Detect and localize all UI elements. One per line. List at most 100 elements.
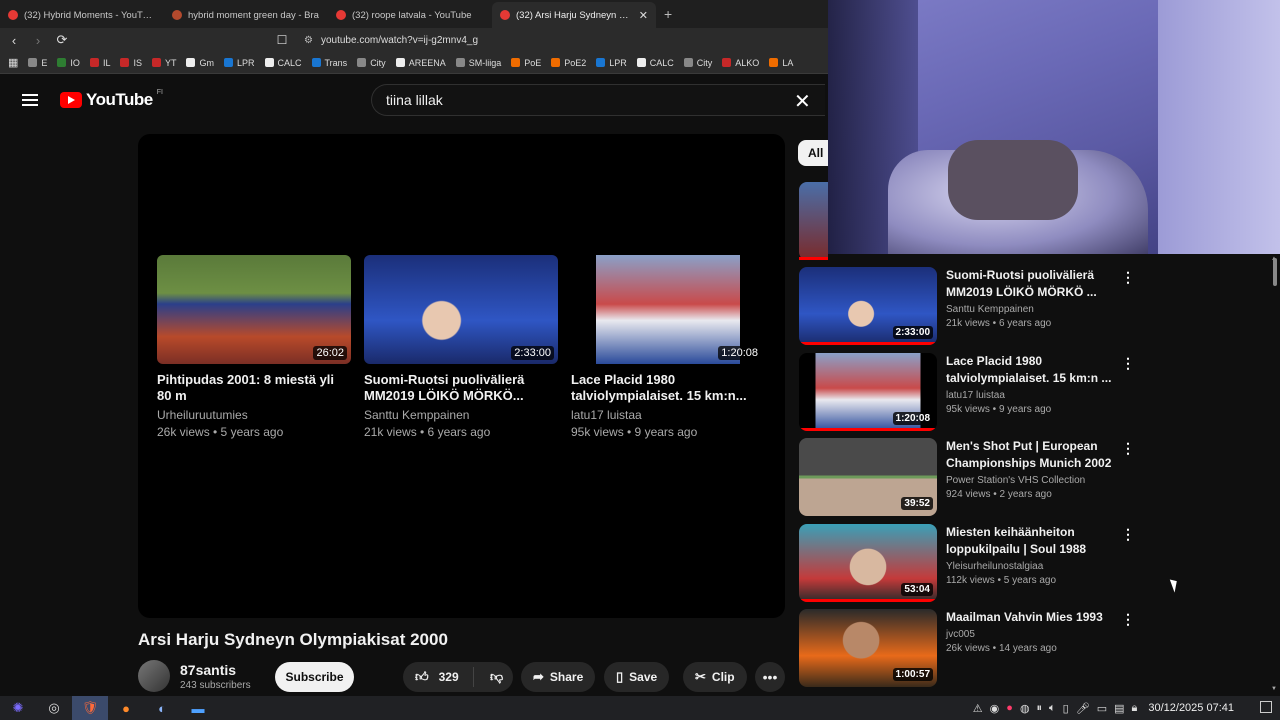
pause-icon[interactable]: ⏸: [1037, 702, 1043, 715]
bookmark-item[interactable]: LPR: [596, 58, 627, 68]
bookmark-item[interactable]: LA: [769, 58, 793, 68]
recommendation-thumbnail[interactable]: [799, 182, 828, 260]
thumbs-down-icon: 👎︎: [490, 669, 504, 684]
bookmark-item[interactable]: City: [683, 58, 712, 68]
clear-search-icon[interactable]: ✕: [794, 89, 811, 114]
bookmark-item[interactable]: CALC: [636, 58, 674, 68]
bookmarks-bar: ▦ E IO IL IS YT Gm LPR CALC Trans City A…: [0, 52, 828, 74]
bookmark-favicon-icon: [223, 58, 233, 67]
dislike-button[interactable]: 👎︎: [480, 669, 503, 685]
task-view-icon[interactable]: ◎: [36, 696, 72, 720]
network-icon[interactable]: ▭: [1097, 702, 1107, 715]
endscreen-video[interactable]: 1:20:08 Lace Placid 1980 talviolympialai…: [571, 255, 765, 439]
webcam-overlay: [828, 0, 1280, 254]
bookmark-favicon-icon: [769, 58, 779, 67]
app-tray-icon[interactable]: ◍: [1020, 702, 1030, 715]
bookmark-item[interactable]: PoE2: [551, 58, 586, 68]
volume-icon[interactable]: 🔈︎: [1049, 702, 1056, 715]
subscribe-button[interactable]: Subscribe: [275, 662, 354, 692]
recommendation-item[interactable]: 1:20:08 Lace Placid 1980 talviolympialai…: [799, 353, 1269, 433]
close-tab-icon[interactable]: ✕: [639, 9, 648, 22]
brave-browser-icon[interactable]: 🛡︎: [72, 696, 108, 720]
share-button[interactable]: ➦ Share: [521, 662, 596, 692]
endscreen-video[interactable]: 2:33:00 Suomi-Ruotsi puolivälierä MM2019…: [364, 255, 558, 439]
bookmark-item[interactable]: PoE: [511, 58, 541, 68]
bookmark-favicon-icon: [28, 58, 38, 67]
bookmark-item[interactable]: IL: [89, 58, 110, 68]
browser-tab[interactable]: (32) roope latvala - YouTube: [328, 2, 492, 28]
endscreen-title: Suomi-Ruotsi puolivälierä MM2019 LÖIKÖ M…: [364, 372, 525, 403]
menu-icon[interactable]: [22, 94, 38, 106]
address-bar[interactable]: ⚙ youtube.com/watch?v=ij-g2mnv4_g: [298, 30, 828, 50]
bookmark-item[interactable]: Gm: [186, 58, 214, 68]
bookmark-item[interactable]: AREENA: [395, 58, 446, 68]
bookmark-item[interactable]: Trans: [311, 58, 347, 68]
bookmark-icon[interactable]: ☐: [272, 33, 292, 47]
forward-icon[interactable]: ›: [28, 33, 48, 48]
reload-icon[interactable]: ⟳: [52, 32, 72, 48]
search-input[interactable]: tiina lillak: [371, 84, 825, 116]
firefox-icon[interactable]: ●: [108, 696, 144, 720]
bookmark-favicon-icon: [89, 58, 99, 67]
browser-tab[interactable]: hybrid moment green day - Bra: [164, 2, 328, 28]
browser-tab-active[interactable]: (32) Arsi Harju Sydneyn Olym ✕: [492, 2, 656, 28]
video-player[interactable]: 26:02 Pihtipudas 2001: 8 miestä yli 80 m…: [138, 134, 785, 618]
clipboard-icon[interactable]: ▤: [1114, 702, 1124, 715]
start-menu-icon[interactable]: ✺: [0, 696, 36, 720]
bookmark-favicon-icon: [151, 58, 161, 67]
scrollbar-thumb[interactable]: [1273, 258, 1277, 286]
microphone-icon[interactable]: 🎤︎: [1076, 702, 1090, 715]
device-icon[interactable]: ▯: [1063, 702, 1069, 715]
more-options-icon[interactable]: ⋮: [1121, 355, 1135, 372]
sidebar-scrollbar[interactable]: ▲ ▼: [1270, 254, 1280, 694]
bookmark-item[interactable]: ALKO: [722, 58, 759, 68]
scroll-down-icon[interactable]: ▼: [1271, 686, 1277, 692]
channel-name[interactable]: 87santis: [180, 662, 251, 678]
new-tab-button[interactable]: +: [656, 6, 680, 22]
bookmark-item[interactable]: YT: [151, 58, 176, 68]
channel-avatar[interactable]: [138, 660, 170, 692]
notification-icon[interactable]: ⚠: [973, 702, 983, 715]
recommendation-meta: 112k views • 5 years ago: [946, 575, 1057, 586]
recommendation-item[interactable]: 39:52 Men's Shot Put | European Champion…: [799, 438, 1269, 518]
bookmark-item[interactable]: IS: [120, 58, 142, 68]
like-button[interactable]: 👍︎ 329: [403, 667, 474, 687]
endscreen-video[interactable]: 26:02 Pihtipudas 2001: 8 miestä yli 80 m…: [157, 255, 351, 439]
clock[interactable]: 30/12/2025 07:41: [1148, 702, 1234, 714]
bookmark-favicon-icon: [455, 58, 465, 67]
bookmark-item[interactable]: SM-liiga: [455, 58, 501, 68]
bookmark-item[interactable]: LPR: [223, 58, 255, 68]
bookmark-item[interactable]: E: [28, 58, 47, 68]
bookmark-item[interactable]: IO: [57, 58, 80, 68]
recommendation-item[interactable]: 1:00:57 Maailman Vahvin Mies 1993 jvc005…: [799, 609, 1269, 689]
endscreen-meta: 95k views • 9 years ago: [571, 425, 698, 439]
lock-icon[interactable]: 🔒︎: [1132, 702, 1138, 715]
clip-button[interactable]: ✂ Clip: [683, 662, 747, 692]
save-button[interactable]: ▯ Save: [604, 662, 670, 692]
more-options-icon[interactable]: ⋮: [1121, 611, 1135, 628]
taskbar: ✺ ◎ 🛡︎ ● ◐ ▬ ⚠ ◉ ● ◍ ⏸ 🔈︎ ▯ 🎤︎ ▭ ▤ 🔒︎ 30…: [0, 696, 1280, 720]
show-desktop-icon[interactable]: [1260, 701, 1272, 713]
bookmark-item[interactable]: City: [357, 58, 386, 68]
file-manager-icon[interactable]: ▬: [180, 696, 216, 720]
chip-all[interactable]: All: [798, 140, 828, 166]
more-options-icon[interactable]: ⋮: [1121, 269, 1135, 286]
apps-grid-icon[interactable]: ▦: [8, 56, 18, 69]
recommendation-item[interactable]: 2:33:00 Suomi-Ruotsi puolivälierä MM2019…: [799, 267, 1269, 347]
bookmark-favicon-icon: [186, 58, 196, 67]
tab-title: (32) Arsi Harju Sydneyn Olym: [516, 9, 633, 21]
record-icon[interactable]: ●: [1006, 702, 1013, 714]
steam-tray-icon[interactable]: ◉: [990, 702, 1000, 715]
browser-tab[interactable]: (32) Hybrid Moments - YouTube: [0, 2, 164, 28]
more-options-icon[interactable]: ⋮: [1121, 440, 1135, 457]
steam-icon[interactable]: ◐: [144, 696, 180, 720]
more-options-icon[interactable]: ⋮: [1121, 526, 1135, 543]
back-icon[interactable]: ‹: [4, 33, 24, 48]
bookmark-item[interactable]: CALC: [264, 58, 302, 68]
recommendation-thumbnail: 39:52: [799, 438, 937, 516]
more-actions-icon[interactable]: •••: [755, 662, 785, 692]
site-settings-icon[interactable]: ⚙: [304, 35, 313, 46]
youtube-logo[interactable]: YouTube FI: [60, 89, 163, 110]
search-query: tiina lillak: [386, 92, 443, 108]
recommendation-item[interactable]: 53:04 Miesten keihäänheiton loppukilpail…: [799, 524, 1269, 604]
